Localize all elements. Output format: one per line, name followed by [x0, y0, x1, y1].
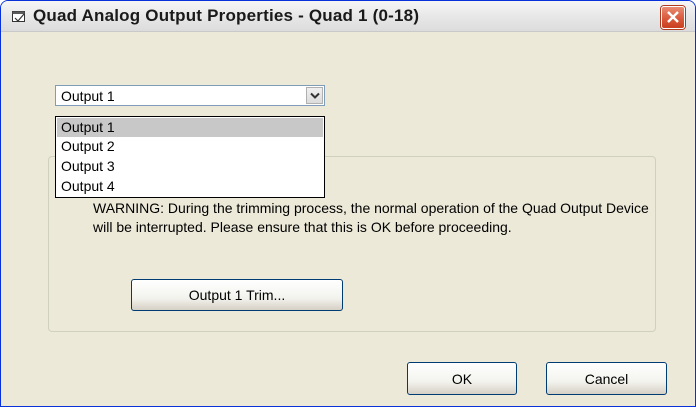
- dropdown-option-output-2[interactable]: Output 2: [57, 137, 323, 156]
- dialog-window: Quad Analog Output Properties - Quad 1 (…: [0, 0, 696, 407]
- title-bar[interactable]: Quad Analog Output Properties - Quad 1 (…: [1, 1, 695, 32]
- cancel-button[interactable]: Cancel: [546, 362, 667, 395]
- output-select[interactable]: Output 1: [55, 85, 325, 106]
- dialog-client-area: Output 1 WARNING: During the trimming pr…: [1, 32, 695, 406]
- ok-button[interactable]: OK: [407, 362, 517, 395]
- output-select-value: Output 1: [61, 88, 115, 104]
- close-icon: [667, 11, 679, 23]
- dropdown-option-output-1[interactable]: Output 1: [57, 118, 323, 137]
- dropdown-option-output-3[interactable]: Output 3: [57, 157, 323, 176]
- window-properties-icon: [11, 9, 27, 25]
- window-title: Quad Analog Output Properties - Quad 1 (…: [33, 6, 420, 25]
- dropdown-button[interactable]: [306, 87, 323, 104]
- output-trim-button[interactable]: Output 1 Trim...: [131, 279, 343, 311]
- dropdown-option-output-4[interactable]: Output 4: [57, 177, 323, 196]
- trim-warning-text: WARNING: During the trimming process, th…: [93, 200, 649, 235]
- chevron-down-icon: [310, 92, 320, 99]
- close-button[interactable]: [661, 6, 685, 29]
- output-dropdown-list: Output 1 Output 2 Output 3 Output 4: [55, 116, 325, 198]
